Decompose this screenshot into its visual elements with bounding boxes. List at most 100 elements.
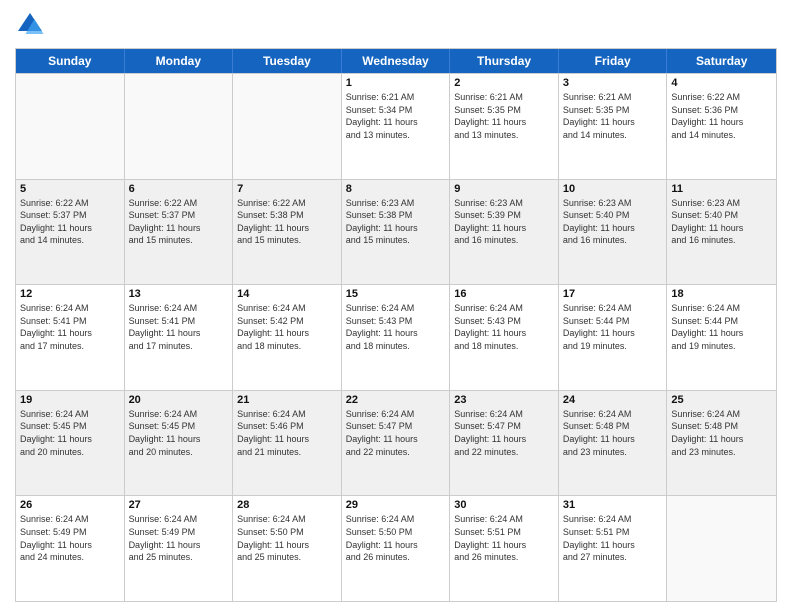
header-day-monday: Monday — [125, 49, 234, 73]
calendar-cell: 13 Sunrise: 6:24 AMSunset: 5:41 PMDayligh… — [125, 285, 234, 390]
cell-text: Sunrise: 6:22 AMSunset: 5:37 PMDaylight:… — [129, 197, 229, 247]
day-number: 23 — [454, 394, 554, 406]
calendar-header: SundayMondayTuesdayWednesdayThursdayFrid… — [16, 49, 776, 73]
day-number: 4 — [671, 77, 772, 89]
calendar-cell: 5 Sunrise: 6:22 AMSunset: 5:37 PMDaylight… — [16, 180, 125, 285]
cell-text: Sunrise: 6:24 AMSunset: 5:50 PMDaylight:… — [237, 513, 337, 563]
calendar-cell: 27 Sunrise: 6:24 AMSunset: 5:49 PMDayligh… — [125, 496, 234, 601]
calendar-row-2: 12 Sunrise: 6:24 AMSunset: 5:41 PMDayligh… — [16, 284, 776, 390]
day-number: 16 — [454, 288, 554, 300]
day-number: 3 — [563, 77, 663, 89]
day-number: 6 — [129, 183, 229, 195]
cell-text: Sunrise: 6:24 AMSunset: 5:43 PMDaylight:… — [346, 302, 446, 352]
cell-text: Sunrise: 6:22 AMSunset: 5:38 PMDaylight:… — [237, 197, 337, 247]
calendar-cell: 2 Sunrise: 6:21 AMSunset: 5:35 PMDaylight… — [450, 74, 559, 179]
day-number: 18 — [671, 288, 772, 300]
day-number: 30 — [454, 499, 554, 511]
calendar-cell: 1 Sunrise: 6:21 AMSunset: 5:34 PMDaylight… — [342, 74, 451, 179]
day-number: 19 — [20, 394, 120, 406]
header-day-friday: Friday — [559, 49, 668, 73]
day-number: 11 — [671, 183, 772, 195]
calendar-cell: 30Sunrise: 6:24 AMSunset: 5:51 PMDayligh… — [450, 496, 559, 601]
header-day-wednesday: Wednesday — [342, 49, 451, 73]
calendar-cell: 21 Sunrise: 6:24 AMSunset: 5:46 PMDayligh… — [233, 391, 342, 496]
header-day-tuesday: Tuesday — [233, 49, 342, 73]
calendar-cell: 8 Sunrise: 6:23 AMSunset: 5:38 PMDaylight… — [342, 180, 451, 285]
day-number: 24 — [563, 394, 663, 406]
cell-text: Sunrise: 6:24 AMSunset: 5:48 PMDaylight:… — [671, 408, 772, 458]
calendar-cell: 31Sunrise: 6:24 AMSunset: 5:51 PMDayligh… — [559, 496, 668, 601]
calendar-cell: 14Sunrise: 6:24 AMSunset: 5:42 PMDayligh… — [233, 285, 342, 390]
logo — [15, 10, 49, 40]
day-number: 27 — [129, 499, 229, 511]
cell-text: Sunrise: 6:24 AMSunset: 5:45 PMDaylight:… — [129, 408, 229, 458]
calendar-cell: 18 Sunrise: 6:24 AMSunset: 5:44 PMDayligh… — [667, 285, 776, 390]
day-number: 25 — [671, 394, 772, 406]
calendar-cell: 12 Sunrise: 6:24 AMSunset: 5:41 PMDayligh… — [16, 285, 125, 390]
calendar-cell — [667, 496, 776, 601]
calendar-cell: 28 Sunrise: 6:24 AMSunset: 5:50 PMDayligh… — [233, 496, 342, 601]
cell-text: Sunrise: 6:24 AMSunset: 5:49 PMDaylight:… — [20, 513, 120, 563]
cell-text: Sunrise: 6:24 AMSunset: 5:47 PMDaylight:… — [346, 408, 446, 458]
calendar-cell: 29 Sunrise: 6:24 AMSunset: 5:50 PMDayligh… — [342, 496, 451, 601]
cell-text: Sunrise: 6:24 AMSunset: 5:46 PMDaylight:… — [237, 408, 337, 458]
day-number: 15 — [346, 288, 446, 300]
page: SundayMondayTuesdayWednesdayThursdayFrid… — [0, 0, 792, 612]
day-number: 13 — [129, 288, 229, 300]
cell-text: Sunrise: 6:24 AMSunset: 5:41 PMDaylight:… — [129, 302, 229, 352]
cell-text: Sunrise: 6:24 AMSunset: 5:44 PMDaylight:… — [671, 302, 772, 352]
day-number: 14 — [237, 288, 337, 300]
cell-text: Sunrise: 6:21 AMSunset: 5:35 PMDaylight:… — [454, 91, 554, 141]
day-number: 22 — [346, 394, 446, 406]
day-number: 28 — [237, 499, 337, 511]
header — [15, 10, 777, 40]
day-number: 1 — [346, 77, 446, 89]
day-number: 10 — [563, 183, 663, 195]
day-number: 7 — [237, 183, 337, 195]
cell-text: Sunrise: 6:24 AMSunset: 5:49 PMDaylight:… — [129, 513, 229, 563]
logo-icon — [15, 10, 45, 40]
calendar-cell: 16 Sunrise: 6:24 AMSunset: 5:43 PMDayligh… — [450, 285, 559, 390]
calendar-cell: 7 Sunrise: 6:22 AMSunset: 5:38 PMDaylight… — [233, 180, 342, 285]
cell-text: Sunrise: 6:24 AMSunset: 5:47 PMDaylight:… — [454, 408, 554, 458]
day-number: 21 — [237, 394, 337, 406]
calendar-cell: 10 Sunrise: 6:23 AMSunset: 5:40 PMDayligh… — [559, 180, 668, 285]
calendar-cell — [233, 74, 342, 179]
day-number: 5 — [20, 183, 120, 195]
calendar-cell: 24 Sunrise: 6:24 AMSunset: 5:48 PMDayligh… — [559, 391, 668, 496]
calendar-row-3: 19 Sunrise: 6:24 AMSunset: 5:45 PMDayligh… — [16, 390, 776, 496]
calendar-cell: 11 Sunrise: 6:23 AMSunset: 5:40 PMDayligh… — [667, 180, 776, 285]
calendar-cell: 19 Sunrise: 6:24 AMSunset: 5:45 PMDayligh… — [16, 391, 125, 496]
cell-text: Sunrise: 6:21 AMSunset: 5:34 PMDaylight:… — [346, 91, 446, 141]
calendar-cell: 4Sunrise: 6:22 AMSunset: 5:36 PMDaylight… — [667, 74, 776, 179]
day-number: 8 — [346, 183, 446, 195]
calendar-cell — [125, 74, 234, 179]
cell-text: Sunrise: 6:24 AMSunset: 5:43 PMDaylight:… — [454, 302, 554, 352]
calendar-cell: 25 Sunrise: 6:24 AMSunset: 5:48 PMDayligh… — [667, 391, 776, 496]
header-day-sunday: Sunday — [16, 49, 125, 73]
calendar-cell: 15 Sunrise: 6:24 AMSunset: 5:43 PMDayligh… — [342, 285, 451, 390]
cell-text: Sunrise: 6:23 AMSunset: 5:38 PMDaylight:… — [346, 197, 446, 247]
calendar-cell: 20Sunrise: 6:24 AMSunset: 5:45 PMDayligh… — [125, 391, 234, 496]
calendar-cell: 3Sunrise: 6:21 AMSunset: 5:35 PMDaylight… — [559, 74, 668, 179]
day-number: 12 — [20, 288, 120, 300]
cell-text: Sunrise: 6:22 AMSunset: 5:37 PMDaylight:… — [20, 197, 120, 247]
day-number: 17 — [563, 288, 663, 300]
calendar-row-0: 1 Sunrise: 6:21 AMSunset: 5:34 PMDaylight… — [16, 73, 776, 179]
calendar-cell: 17 Sunrise: 6:24 AMSunset: 5:44 PMDayligh… — [559, 285, 668, 390]
cell-text: Sunrise: 6:24 AMSunset: 5:41 PMDaylight:… — [20, 302, 120, 352]
cell-text: Sunrise: 6:23 AMSunset: 5:40 PMDaylight:… — [671, 197, 772, 247]
calendar-row-4: 26Sunrise: 6:24 AMSunset: 5:49 PMDayligh… — [16, 495, 776, 601]
cell-text: Sunrise: 6:24 AMSunset: 5:50 PMDaylight:… — [346, 513, 446, 563]
calendar-cell: 23 Sunrise: 6:24 AMSunset: 5:47 PMDayligh… — [450, 391, 559, 496]
calendar-row-1: 5 Sunrise: 6:22 AMSunset: 5:37 PMDaylight… — [16, 179, 776, 285]
day-number: 31 — [563, 499, 663, 511]
cell-text: Sunrise: 6:24 AMSunset: 5:45 PMDaylight:… — [20, 408, 120, 458]
day-number: 2 — [454, 77, 554, 89]
day-number: 29 — [346, 499, 446, 511]
cell-text: Sunrise: 6:23 AMSunset: 5:40 PMDaylight:… — [563, 197, 663, 247]
cell-text: Sunrise: 6:24 AMSunset: 5:48 PMDaylight:… — [563, 408, 663, 458]
calendar-cell: 22 Sunrise: 6:24 AMSunset: 5:47 PMDayligh… — [342, 391, 451, 496]
cell-text: Sunrise: 6:23 AMSunset: 5:39 PMDaylight:… — [454, 197, 554, 247]
cell-text: Sunrise: 6:24 AMSunset: 5:44 PMDaylight:… — [563, 302, 663, 352]
